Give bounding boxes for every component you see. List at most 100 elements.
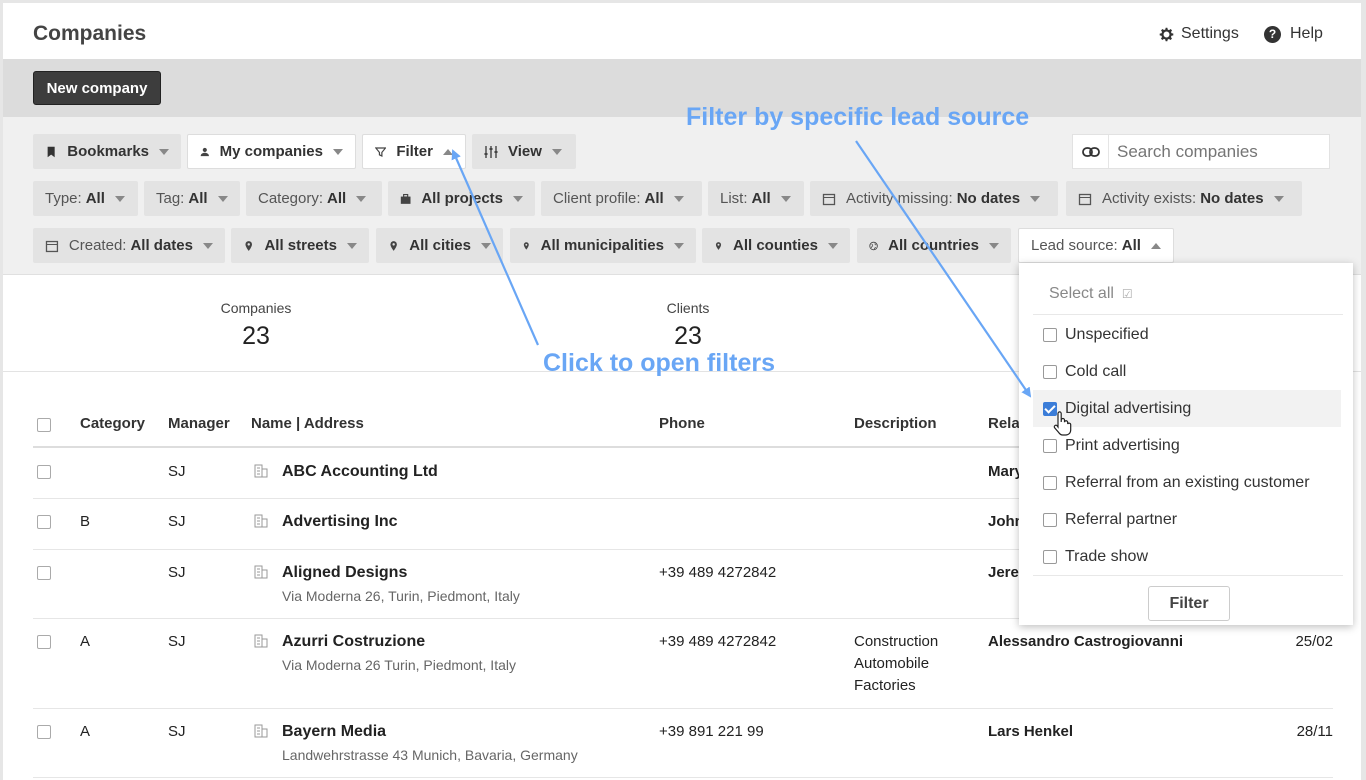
column-manager[interactable]: Manager bbox=[168, 415, 230, 432]
activity-exists-filter[interactable]: Activity exists: No dates bbox=[1066, 181, 1302, 216]
row-phone[interactable]: +39 489 4272842 bbox=[659, 564, 776, 581]
row-category: B bbox=[80, 513, 91, 530]
caret-down-icon bbox=[551, 148, 562, 155]
option-label: Print advertising bbox=[1065, 436, 1180, 454]
lead-option[interactable]: Cold call bbox=[1033, 353, 1341, 390]
category-filter-value: All bbox=[327, 190, 347, 207]
row-checkbox[interactable] bbox=[37, 566, 51, 580]
select-all-rows-checkbox[interactable] bbox=[37, 418, 51, 432]
option-label: Digital advertising bbox=[1065, 399, 1192, 417]
lead-option[interactable]: Unspecified bbox=[1033, 316, 1341, 353]
lead-source-dropdown-menu: Select all ☑ Unspecified Cold call Digit… bbox=[1019, 263, 1353, 625]
municipalities-filter[interactable]: All municipalities bbox=[510, 228, 696, 263]
type-filter-value: All bbox=[85, 190, 105, 207]
bookmark-icon bbox=[47, 146, 55, 157]
new-company-button[interactable]: New company bbox=[33, 71, 161, 105]
client-profile-filter-label: Client profile: bbox=[553, 190, 641, 207]
row-contact[interactable]: Jere bbox=[988, 564, 1019, 581]
view-dropdown[interactable]: View bbox=[472, 134, 576, 169]
clients-stat: Clients 23 bbox=[628, 300, 748, 351]
help-link[interactable]: ? Help bbox=[1264, 25, 1323, 43]
option-checkbox[interactable] bbox=[1043, 364, 1057, 379]
column-name-address[interactable]: Name | Address bbox=[251, 415, 364, 432]
row-manager: SJ bbox=[168, 633, 186, 650]
select-all-option[interactable]: Select all ☑ bbox=[1033, 275, 1341, 312]
tag-filter[interactable]: Tag: All bbox=[144, 181, 240, 216]
type-filter[interactable]: Type: All bbox=[33, 181, 138, 216]
streets-filter[interactable]: All streets bbox=[231, 228, 369, 263]
link-icon[interactable] bbox=[1073, 135, 1109, 168]
user-icon bbox=[200, 147, 209, 156]
counties-filter[interactable]: All counties bbox=[702, 228, 850, 263]
search-box[interactable] bbox=[1072, 134, 1330, 169]
activity-exists-filter-label: Activity exists: bbox=[1102, 190, 1197, 207]
row-company-name[interactable]: Azurri Costruzione bbox=[282, 633, 425, 651]
row-contact[interactable]: Alessandro Castrogiovanni bbox=[988, 633, 1183, 650]
column-category[interactable]: Category bbox=[80, 415, 145, 432]
lead-option[interactable]: Referral partner bbox=[1033, 501, 1341, 538]
globe-icon bbox=[869, 241, 878, 250]
countries-filter[interactable]: All countries bbox=[857, 228, 1011, 263]
cities-filter[interactable]: All cities bbox=[376, 228, 503, 263]
client-profile-filter[interactable]: Client profile: All bbox=[541, 181, 702, 216]
lead-source-filter-value: All bbox=[1121, 237, 1141, 254]
category-filter[interactable]: Category: All bbox=[246, 181, 382, 216]
option-checkbox[interactable] bbox=[1043, 549, 1057, 564]
row-checkbox[interactable] bbox=[37, 725, 51, 739]
caret-down-icon bbox=[1273, 195, 1284, 202]
lead-source-annotation: Filter by specific lead source bbox=[686, 103, 1030, 131]
lead-source-filter[interactable]: Lead source: All bbox=[1018, 228, 1174, 263]
row-checkbox[interactable] bbox=[37, 635, 51, 649]
option-label: Unspecified bbox=[1065, 325, 1149, 343]
lead-option[interactable]: Print advertising bbox=[1033, 427, 1341, 464]
column-related[interactable]: Rela bbox=[988, 415, 1020, 432]
lead-option[interactable]: Digital advertising bbox=[1033, 390, 1341, 427]
streets-filter-value: All streets bbox=[264, 237, 337, 254]
calendar-icon bbox=[45, 240, 59, 252]
row-company-name[interactable]: ABC Accounting Ltd bbox=[282, 463, 438, 481]
option-checkbox[interactable] bbox=[1043, 475, 1057, 490]
municipalities-filter-value: All municipalities bbox=[540, 237, 664, 254]
row-company-name[interactable]: Advertising Inc bbox=[282, 513, 398, 531]
row-phone[interactable]: +39 891 221 99 bbox=[659, 723, 764, 740]
caret-up-icon bbox=[443, 148, 453, 155]
settings-label: Settings bbox=[1181, 25, 1239, 42]
projects-filter-value: All projects bbox=[421, 190, 503, 207]
caret-down-icon bbox=[333, 148, 343, 155]
row-company-name[interactable]: Aligned Designs bbox=[282, 564, 407, 582]
tag-filter-label: Tag: bbox=[156, 190, 185, 207]
projects-filter[interactable]: All projects bbox=[388, 181, 535, 216]
row-checkbox[interactable] bbox=[37, 465, 51, 479]
option-checkbox[interactable] bbox=[1043, 327, 1057, 342]
caret-down-icon bbox=[1030, 195, 1041, 202]
map-pin-icon bbox=[390, 240, 397, 251]
row-checkbox[interactable] bbox=[37, 515, 51, 529]
column-phone[interactable]: Phone bbox=[659, 415, 705, 432]
list-filter[interactable]: List: All bbox=[708, 181, 804, 216]
apply-filter-button[interactable]: Filter bbox=[1148, 586, 1230, 621]
row-phone[interactable]: +39 489 4272842 bbox=[659, 633, 776, 650]
search-input[interactable] bbox=[1109, 141, 1319, 162]
lead-option[interactable]: Trade show bbox=[1033, 538, 1341, 575]
activity-missing-filter[interactable]: Activity missing: No dates bbox=[810, 181, 1058, 216]
option-checkbox[interactable] bbox=[1043, 438, 1057, 453]
option-checkbox[interactable] bbox=[1043, 512, 1057, 527]
lead-option[interactable]: Referral from an existing customer bbox=[1033, 464, 1341, 501]
row-contact[interactable]: Lars Henkel bbox=[988, 723, 1073, 740]
column-description[interactable]: Description bbox=[854, 415, 937, 432]
row-category: A bbox=[80, 633, 91, 650]
clients-stat-label: Clients bbox=[666, 300, 710, 316]
row-company-name[interactable]: Bayern Media bbox=[282, 723, 386, 741]
option-label: Trade show bbox=[1065, 547, 1148, 565]
caret-down-icon bbox=[159, 148, 169, 155]
dropdown-divider bbox=[1033, 575, 1343, 576]
created-filter[interactable]: Created: All dates bbox=[33, 228, 225, 263]
bookmarks-dropdown[interactable]: Bookmarks bbox=[33, 134, 181, 169]
my-companies-dropdown[interactable]: My companies bbox=[187, 134, 356, 169]
option-label: Cold call bbox=[1065, 362, 1127, 380]
row-address: Via Moderna 26, Turin, Piedmont, Italy bbox=[282, 588, 520, 604]
settings-link[interactable]: Settings bbox=[1158, 25, 1239, 43]
filter-toggle-button[interactable]: Filter bbox=[362, 134, 466, 169]
row-date: 28/11 bbox=[1296, 723, 1333, 740]
row-contact[interactable]: Mary bbox=[988, 463, 1023, 480]
